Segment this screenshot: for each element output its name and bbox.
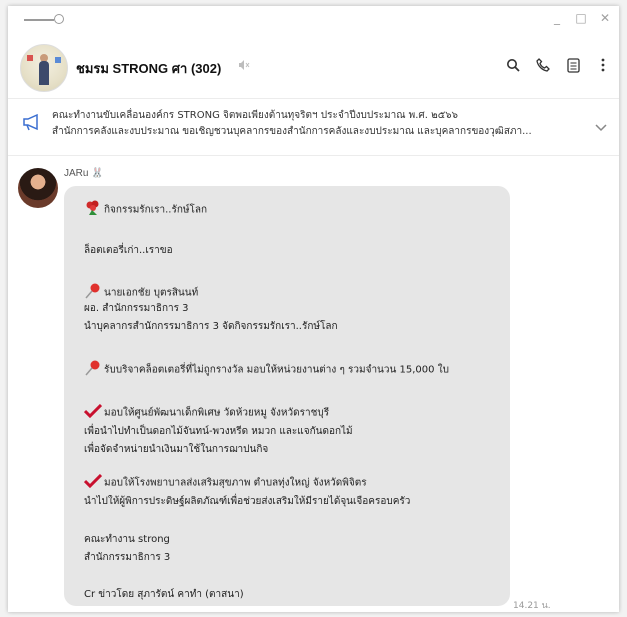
message-line: กิจกรรมรักเรา..รักษ์โลก [104,204,208,216]
window-drag-handle[interactable] [24,19,54,21]
announcement-banner[interactable]: คณะทำงานขับเคลื่อนองค์กร STRONG จิตพอเพี… [8,99,619,156]
message-bubble[interactable]: กิจกรรมรักเรา..รักษ์โลก ล็อตเตอรี่เก่า..… [64,186,510,606]
close-button[interactable]: ✕ [599,11,611,25]
check-mark-icon [83,473,103,491]
group-avatar[interactable] [20,44,68,92]
pushpin-icon [84,359,102,380]
bunny-emoji-icon: 🐰 [91,168,104,179]
message-line: นำไปให้ผู้พิการประดิษฐ์ผลิตภัณฑ์เพื่อช่ว… [84,496,411,507]
message-timestamp: 14.21 น. [513,601,551,611]
megaphone-icon [22,113,42,135]
announcement-line-1: คณะทำงานขับเคลื่อนองค์กร STRONG จิตพอเพี… [52,110,458,121]
notes-icon[interactable] [565,56,581,74]
message-line: รับบริจาคล็อตเตอรี่ที่ไม่ถูกรางวัล มอบให… [104,364,449,376]
message-line: ล็อตเตอรี่เก่า..เราขอ [84,245,173,256]
message-line: นายเอกชัย บุตรสินนท์ [104,287,199,299]
sender-name: JARu 🐰 [64,168,104,179]
maximize-button[interactable]: □ [575,11,587,25]
pin-window-icon[interactable] [54,14,64,24]
message-line: คณะทำงาน strong [84,534,170,545]
message-line: เพื่อจัดจำหน่ายนำเงินมาใช้ในการฌาปนกิจ [84,444,269,455]
pushpin-icon [84,282,102,303]
sender-avatar[interactable] [18,168,58,208]
message-line: มอบให้ศูนย์พัฒนาเด็กพิเศษ วัดห้วยหมู จัง… [104,407,330,419]
search-icon[interactable] [505,56,521,74]
phone-icon[interactable] [535,56,551,74]
message-line: นำบุคลากรสำนักกรรมาธิการ 3 จัดกิจกรรมรัก… [84,321,338,332]
announcement-line-2: สำนักการคลังและงบประมาณ ขอเชิญชวนบุคลากร… [52,126,532,137]
message-line: เพื่อนำไปทำเป็นดอกไม้จันทน์-พวงหรีด หมวก… [84,426,353,437]
chevron-down-icon[interactable] [595,117,607,136]
minimize-button[interactable]: _ [551,11,563,25]
chat-window: _ □ ✕ ชมรม STRONG ศา (302) คณะทำงานขับเค… [8,6,619,612]
more-icon[interactable] [595,56,611,74]
message-line: มอบให้โรงพยาบาลส่งเสริมสุขภาพ ตำบลทุ่งให… [104,477,367,489]
message-line: Cr ข่าวโดย สุภารัตน์ คาทำ (ตาสนา) [84,589,244,600]
message-line: ผอ. สำนักกรรมาธิการ 3 [84,303,189,314]
message-line: สำนักกรรมาธิการ 3 [84,552,171,563]
title-bar: _ □ ✕ [8,6,619,32]
check-mark-icon [83,403,103,421]
group-name[interactable]: ชมรม STRONG ศา (302) [76,58,221,79]
chat-header: ชมรม STRONG ศา (302) [8,34,619,99]
mute-icon [238,59,252,73]
message-list[interactable]: JARu 🐰 กิจกรรมรักเรา..รักษ์โลก ล็อตเตอรี… [8,156,619,612]
flower-bouquet-icon [84,200,102,219]
